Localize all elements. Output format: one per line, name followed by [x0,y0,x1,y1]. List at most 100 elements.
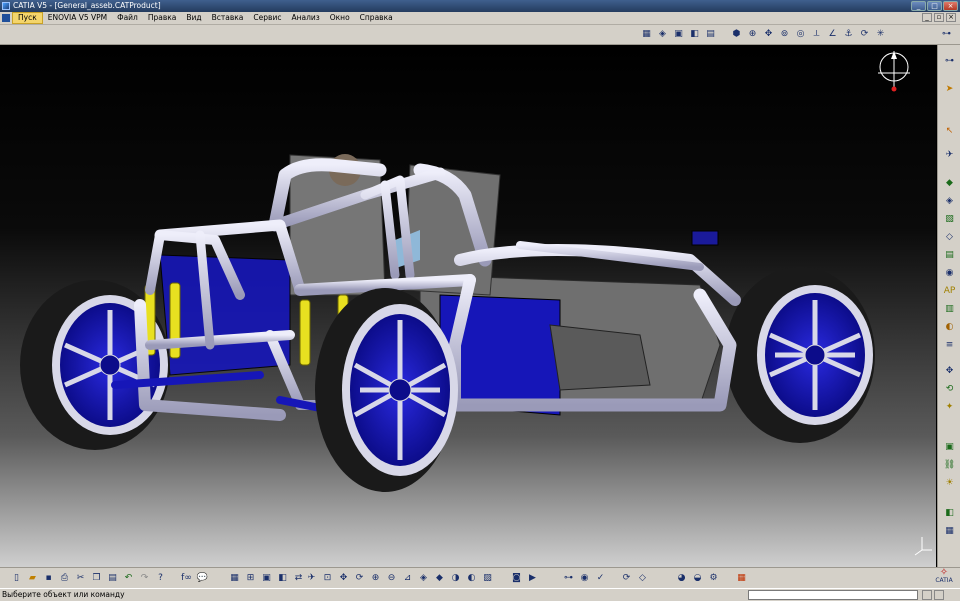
close-button[interactable]: × [943,1,958,11]
angle-icon[interactable]: ∠ [826,28,839,41]
space-analysis-icon[interactable]: ◆ [943,177,956,189]
command-input[interactable] [748,590,918,600]
clash-icon[interactable]: ◈ [943,195,956,207]
fit-all-icon[interactable]: ⊡ [321,572,334,585]
3d-viewport[interactable] [0,45,936,567]
rotate-view-icon[interactable]: ⟳ [353,572,366,585]
inertia-icon[interactable]: ◉ [943,267,956,279]
update-icon[interactable]: ⟳ [858,28,871,41]
menu-file[interactable]: Файл [112,12,143,24]
power-input-button[interactable] [922,590,932,600]
fly-icon[interactable]: ✈ [943,149,956,161]
simulation-icon[interactable]: ◐ [943,321,956,333]
part-icon[interactable]: ◧ [688,28,701,41]
catalog-icon[interactable]: ▦ [640,28,653,41]
distance-icon[interactable]: ◇ [943,231,956,243]
redo-icon[interactable]: ↷ [138,572,151,585]
menu-view[interactable]: Вид [181,12,206,24]
menu-start[interactable]: Пуск [12,12,43,24]
contact-icon[interactable]: ◎ [794,28,807,41]
update-all-icon[interactable]: ⟳ [620,572,633,585]
measure-item-icon[interactable]: ⊶ [562,572,575,585]
scene-icon[interactable]: ▥ [943,303,956,315]
pan-icon[interactable]: ✥ [337,572,350,585]
cover-icon[interactable]: ◧ [276,572,289,585]
compass-icon[interactable] [878,51,910,92]
menu-window[interactable]: Окно [325,12,355,24]
annotation-icon[interactable]: AP [943,285,956,297]
measure-inertia-icon[interactable]: ◉ [578,572,591,585]
menu-insert[interactable]: Вставка [207,12,249,24]
doc-restore-button[interactable]: ▫ [934,13,944,22]
publish-icon[interactable]: ▣ [943,441,956,453]
zoom-in-icon[interactable]: ⊕ [369,572,382,585]
maximize-button[interactable]: □ [927,1,942,11]
compare-icon[interactable]: ▤ [943,249,956,261]
catalog-browser-icon[interactable]: ▦ [943,525,956,537]
cut-icon[interactable]: ✂ [74,572,87,585]
explode-icon[interactable]: ✥ [762,28,775,41]
measure-between-icon[interactable]: ⊶ [943,55,956,67]
swap-visible-icon[interactable]: ◐ [465,572,478,585]
minimize-button[interactable]: _ [911,1,926,11]
product-icon[interactable]: ▣ [672,28,685,41]
camera-icon[interactable]: ◙ [510,572,523,585]
publication-icon[interactable]: ◇ [636,572,649,585]
move-icon[interactable]: ✥ [943,365,956,377]
offset-icon[interactable]: ⟂ [810,28,823,41]
undo-icon[interactable]: ↶ [122,572,135,585]
select-arrow-icon[interactable]: ➤ [943,83,956,95]
appearance-icon[interactable]: ◒ [691,572,704,585]
manipulation-icon[interactable]: ⬢ [730,28,743,41]
check-icon[interactable]: ✓ [594,572,607,585]
zoom-out-icon[interactable]: ⊖ [385,572,398,585]
print-icon[interactable]: ⎙ [58,572,71,585]
apply-material-icon[interactable]: ◕ [675,572,688,585]
status-button[interactable] [934,590,944,600]
hide-show-icon[interactable]: ◑ [449,572,462,585]
measure-icon[interactable]: ⊶ [940,28,953,41]
doc-minimize-button[interactable]: _ [922,13,932,22]
render-icon[interactable]: ◧ [943,507,956,519]
snap-point-icon[interactable]: ⊞ [244,572,257,585]
menu-tools[interactable]: Сервис [248,12,286,24]
settings-icon[interactable]: ⚙ [707,572,720,585]
shading-icon[interactable]: ◆ [433,572,446,585]
catalog-grid-icon[interactable]: ▦ [735,572,748,585]
sensor-icon[interactable]: ✦ [943,401,956,413]
whats-this-icon[interactable]: ? [154,572,167,585]
sectioning-icon[interactable]: ▧ [943,213,956,225]
link-icon[interactable]: ⛓ [943,459,956,471]
formula-icon[interactable]: f∞ [180,572,193,585]
new-file-icon[interactable]: ▯ [10,572,23,585]
menu-analysis[interactable]: Анализ [286,12,324,24]
existing-component-icon[interactable]: ▤ [704,28,717,41]
rotate-icon[interactable]: ⟲ [943,383,956,395]
fix-icon[interactable]: ⚓ [842,28,855,41]
menu-help[interactable]: Справка [355,12,398,24]
document-icon[interactable] [2,14,10,22]
render-style-icon[interactable]: ▨ [481,572,494,585]
comment-icon[interactable]: 💬 [196,572,209,585]
coincidence-icon[interactable]: ⊚ [778,28,791,41]
menu-enovia[interactable]: ENOVIA V5 VPM [43,12,112,24]
save-icon[interactable]: ▪ [42,572,55,585]
component-icon[interactable]: ◈ [656,28,669,41]
video-icon[interactable]: ▶ [526,572,539,585]
snap-icon[interactable]: ⊕ [746,28,759,41]
reuse-pattern-icon[interactable]: ✳ [874,28,887,41]
normal-view-icon[interactable]: ⊿ [401,572,414,585]
copy-icon[interactable]: ❐ [90,572,103,585]
buggy-assembly-model[interactable] [0,45,936,567]
iso-view-icon[interactable]: ◈ [417,572,430,585]
paste-icon[interactable]: ▤ [106,572,119,585]
open-folder-icon[interactable]: ▰ [26,572,39,585]
swap-icon[interactable]: ⇄ [292,572,305,585]
multi-view-icon[interactable]: ▣ [260,572,273,585]
grid-icon[interactable]: ▦ [228,572,241,585]
track-icon[interactable]: ≡ [943,339,956,351]
select-arrow-2-icon[interactable]: ↖ [943,125,956,137]
doc-close-button[interactable]: × [946,13,956,22]
fly-mode-icon[interactable]: ✈ [305,572,318,585]
menu-edit[interactable]: Правка [143,12,182,24]
